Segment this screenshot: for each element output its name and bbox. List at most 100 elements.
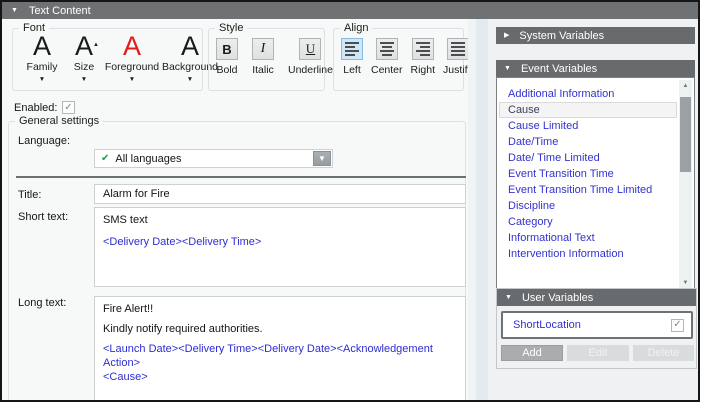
edit-button[interactable]: Edit [567,345,629,361]
list-item[interactable]: Date/Time [499,134,677,150]
long-text-line: Fire Alert!! [103,302,457,316]
italic-icon: I [261,41,266,57]
bold-label: Bold [216,64,237,76]
title-value: Alarm for Fire [103,188,170,200]
align-center-button[interactable] [376,38,398,60]
user-variables-header[interactable]: ▼ User Variables [497,289,696,306]
panel-divider [476,19,488,400]
font-group: Font A Family ▼ A▲ Size ▼ A Foreground ▼ [12,28,203,91]
align-center-label: Center [371,64,403,76]
titlebar[interactable]: ▼ Text Content [2,2,698,19]
variables-panel: ▶ System Variables ▼ Event Variables Add… [488,19,698,400]
long-text-tokens: <Cause> [103,370,457,384]
list-item[interactable]: Additional Information [499,86,677,102]
enabled-label: Enabled: [14,102,57,114]
size-caret-icon: ▲ [93,32,99,58]
style-group-label: Style [215,21,247,36]
page-title: Text Content [29,5,91,17]
font-family-label: Family [27,61,58,73]
chevron-down-icon[interactable]: ▼ [187,76,193,83]
bold-button[interactable]: B [216,38,238,60]
list-item[interactable]: Cause Limited [499,118,677,134]
foreground-label: Foreground [105,61,159,73]
scrollbar-thumb[interactable] [680,97,691,172]
foreground-color-button[interactable]: A Foreground ▼ [103,33,161,83]
user-variable-row[interactable]: ShortLocation ✓ [501,311,693,339]
short-text-label: Short text: [18,211,68,223]
language-check-icon: ✔ [101,153,109,164]
collapsed-arrow-icon[interactable]: ▶ [504,32,509,39]
list-scrollbar[interactable]: ▲ ▼ [679,80,692,289]
list-item[interactable]: Date/ Time Limited [499,150,677,166]
align-right-button[interactable] [412,38,434,60]
user-variables-section: ▼ User Variables ShortLocation ✓ Add Edi… [496,288,697,369]
list-item[interactable]: Category [499,214,677,230]
align-group-label: Align [340,21,372,36]
short-text-tokens: <Delivery Date><Delivery Time> [103,235,457,249]
expanded-arrow-icon[interactable]: ▼ [504,65,511,72]
enabled-checkbox[interactable]: ✓ [62,101,75,114]
language-dropdown-button[interactable]: ▼ [313,151,331,166]
italic-button[interactable]: I [252,38,274,60]
align-right-icon [416,42,430,56]
text-content-window: ▼ Text Content Font A Family ▼ A▲ Size ▼… [0,0,700,402]
align-group: Align Left Center Right Justify [333,28,464,91]
chevron-down-icon[interactable]: ▼ [81,76,87,83]
align-justify-button[interactable] [447,38,469,60]
system-variables-header[interactable]: ▶ System Variables [496,27,695,44]
event-variables-title: Event Variables [521,63,597,75]
user-variable-name: ShortLocation [513,319,671,331]
font-size-label: Size [74,61,94,73]
event-variables-list: Additional Information Cause Cause Limit… [496,77,695,292]
list-item-selected[interactable]: Cause [499,102,677,118]
underline-label: Underline [288,64,333,76]
language-label: Language: [18,135,70,147]
long-text-tokens: <Launch Date><Delivery Time><Delivery Da… [103,342,457,370]
chevron-down-icon[interactable]: ▼ [39,76,45,83]
language-value: All languages [115,153,181,165]
list-item[interactable]: Informational Text [499,230,677,246]
foreground-color-icon: A [123,33,141,59]
background-color-icon: A [181,33,199,59]
font-size-icon: A▲ [75,33,93,59]
font-size-button[interactable]: A▲ Size ▼ [65,33,103,83]
font-family-button[interactable]: A Family ▼ [19,33,65,83]
system-variables-title: System Variables [519,30,604,42]
align-justify-icon [451,42,465,56]
user-variables-title: User Variables [522,292,593,304]
align-right-label: Right [411,64,436,76]
general-settings-label: General settings [15,114,103,129]
check-icon: ✓ [673,320,681,330]
short-text-input[interactable]: SMS text <Delivery Date><Delivery Time> [94,207,466,287]
list-item[interactable]: Event Transition Time [499,166,677,182]
left-panel-scrollbar[interactable] [468,19,476,400]
check-icon: ✓ [64,103,72,113]
user-variable-checkbox[interactable]: ✓ [671,319,684,332]
list-item[interactable]: Intervention Information [499,246,677,262]
underline-button[interactable]: U [299,38,321,60]
align-left-button[interactable] [341,38,363,60]
delete-button[interactable]: Delete [633,345,694,361]
title-label: Title: [18,189,41,201]
long-text-line: Kindly notify required authorities. [103,322,457,336]
long-text-input[interactable]: Fire Alert!! Kindly notify required auth… [94,296,466,400]
chevron-down-icon: ▼ [318,155,326,163]
align-left-icon [345,42,359,56]
list-item[interactable]: Event Transition Time Limited [499,182,677,198]
collapse-icon[interactable]: ▼ [11,7,18,14]
font-family-icon: A [33,33,51,59]
title-input[interactable]: Alarm for Fire [94,184,466,204]
align-left-label: Left [343,64,361,76]
bold-icon: B [222,42,231,57]
language-dropdown[interactable]: ✔ All languages ▼ [94,149,333,168]
chevron-down-icon[interactable]: ▼ [129,76,135,83]
list-item[interactable]: Discipline [499,198,677,214]
underline-icon: U [306,41,315,57]
event-variables-header[interactable]: ▼ Event Variables [496,60,695,77]
add-button[interactable]: Add [501,345,563,361]
align-center-icon [380,42,394,56]
scroll-up-icon[interactable]: ▲ [679,80,692,92]
expanded-arrow-icon[interactable]: ▼ [505,294,512,301]
long-text-label: Long text: [18,297,66,309]
separator [16,176,466,178]
